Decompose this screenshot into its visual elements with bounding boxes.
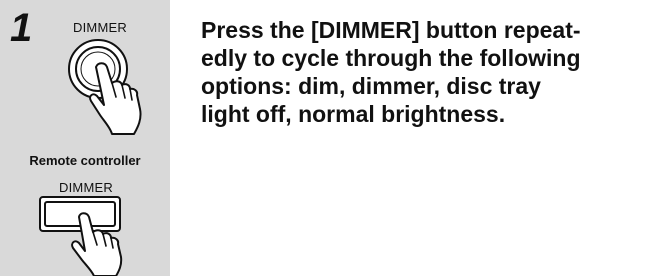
remote-controller-caption: Remote controller (29, 153, 141, 168)
instruction-line: light off, normal brightness. (201, 101, 506, 127)
step-number: 1 (10, 6, 33, 50)
rectangular-button-press-icon (39, 196, 123, 276)
round-button-press-icon (68, 39, 142, 135)
step-panel: 1 DIMMER Remote controller DIMMER (0, 0, 170, 276)
instruction-line: edly to cycle through the following (201, 45, 581, 71)
dimmer-label-remote: DIMMER (59, 180, 113, 195)
instruction-line: options: dim, dimmer, disc tray (201, 73, 541, 99)
instruction-line: Press the [DIMMER] button repeat- (201, 17, 581, 43)
dimmer-label-main-unit: DIMMER (73, 20, 127, 35)
instruction-text: Press the [DIMMER] button repeat- edly t… (201, 16, 641, 128)
